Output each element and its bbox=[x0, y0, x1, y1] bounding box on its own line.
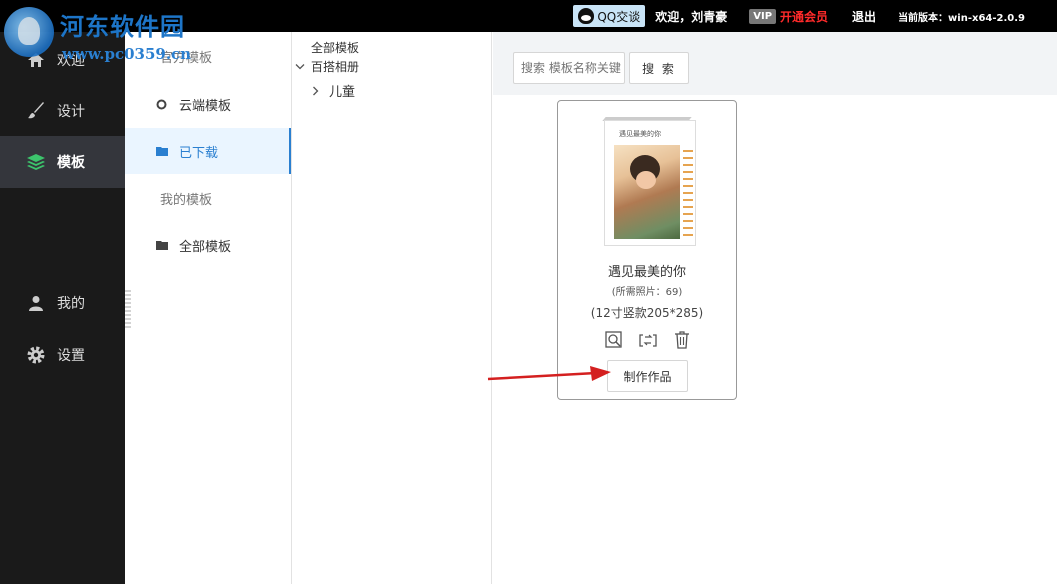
search-button[interactable]: 搜 索 bbox=[629, 52, 689, 84]
chevron-down-icon[interactable] bbox=[295, 63, 308, 71]
logout-link[interactable]: 退出 bbox=[852, 8, 876, 25]
folder-icon bbox=[156, 240, 168, 250]
resize-grip[interactable] bbox=[125, 290, 131, 330]
template-size: (12寸竖款205*285) bbox=[590, 306, 704, 320]
qq-penguin-icon bbox=[578, 8, 595, 24]
trash-icon[interactable] bbox=[672, 330, 692, 350]
nav-item-mine[interactable]: 我的 bbox=[0, 277, 125, 329]
version-text: 当前版本：win-x64-2.0.9 bbox=[898, 12, 1025, 24]
gear-icon bbox=[25, 344, 47, 366]
tree-root-label: 全部模板 bbox=[311, 41, 360, 55]
top-right-group: QQ交谈 欢迎，刘青豪 VIP 开通会员 退出 当前版本：win-x64-2.0… bbox=[573, 0, 1057, 32]
replace-icon[interactable] bbox=[638, 330, 658, 350]
search-bar: 搜 索 bbox=[493, 32, 1057, 95]
category-my-templates[interactable]: 我的模板 bbox=[125, 175, 291, 221]
thumbnail-title: 遇见最美的你 bbox=[619, 130, 661, 138]
chevron-right-icon[interactable] bbox=[312, 86, 326, 96]
nav-label: 我的 bbox=[57, 296, 85, 312]
open-vip-link[interactable]: 开通会员 bbox=[780, 8, 828, 25]
nav-item-settings[interactable]: 设置 bbox=[0, 329, 125, 381]
category-tree: 全部模板 百搭相册 儿童 bbox=[292, 32, 492, 584]
qq-chat-label: QQ交谈 bbox=[597, 9, 641, 24]
nav-label: 模板 bbox=[57, 155, 85, 171]
category-downloaded[interactable]: 已下载 bbox=[125, 128, 291, 174]
tree-child[interactable]: 儿童 bbox=[312, 81, 355, 100]
template-thumbnail[interactable]: 遇见最美的你 bbox=[602, 117, 697, 247]
make-work-button[interactable]: 制作作品 bbox=[607, 360, 688, 392]
category-label: 全部模板 bbox=[179, 239, 232, 255]
vip-badge: VIP bbox=[749, 8, 777, 24]
template-main: 搜 索 遇见最美的你 遇见最美的你 (所需照片：69) (12寸竖款205*28… bbox=[493, 32, 1057, 584]
book-cover: 遇见最美的你 bbox=[604, 120, 696, 246]
folder-icon bbox=[156, 146, 168, 156]
tree-group-label: 百搭相册 bbox=[311, 60, 360, 74]
layers-icon bbox=[25, 151, 47, 173]
photos-needed: (所需照片：69) bbox=[611, 287, 683, 298]
category-label: 云端模板 bbox=[179, 98, 232, 114]
welcome-text: 欢迎，刘青豪 bbox=[655, 9, 728, 24]
category-all[interactable]: 全部模板 bbox=[125, 222, 291, 268]
user-icon bbox=[25, 292, 47, 314]
tree-child-label: 儿童 bbox=[329, 85, 356, 100]
tree-root[interactable]: 全部模板 bbox=[311, 39, 359, 56]
nav-item-design[interactable]: 设计 bbox=[0, 85, 125, 137]
template-card[interactable]: 遇见最美的你 遇见最美的你 (所需照片：69) (12寸竖款205*285) 制… bbox=[557, 100, 737, 400]
card-actions bbox=[604, 330, 692, 350]
cloud-icon bbox=[156, 99, 168, 110]
watermark-url: www.pc0359.cn bbox=[62, 45, 192, 63]
category-label: 已下载 bbox=[179, 145, 219, 161]
template-title: 遇见最美的你 bbox=[607, 265, 686, 280]
watermark-logo-icon bbox=[4, 7, 54, 57]
nav-item-templates[interactable]: 模板 bbox=[0, 136, 125, 188]
category-cloud[interactable]: 云端模板 bbox=[125, 81, 291, 127]
template-category-panel: 官方模板 云端模板 已下载 我的模板 全部模板 bbox=[125, 32, 292, 584]
annotation-arrow-icon bbox=[487, 366, 611, 381]
preview-icon[interactable] bbox=[604, 330, 624, 350]
tree-group[interactable]: 百搭相册 bbox=[295, 58, 359, 75]
watermark-title: 河东软件园 bbox=[60, 12, 185, 41]
qq-chat-button[interactable]: QQ交谈 bbox=[573, 5, 646, 27]
brush-icon bbox=[25, 100, 47, 122]
search-input[interactable] bbox=[513, 52, 625, 84]
sidebar: 欢迎 设计 模板 我的 设置 bbox=[0, 32, 125, 584]
nav-label: 设置 bbox=[57, 348, 85, 364]
book-side-decoration bbox=[683, 145, 693, 239]
child-photo bbox=[614, 145, 680, 239]
nav-label: 设计 bbox=[57, 104, 85, 120]
category-label: 我的模板 bbox=[160, 192, 213, 208]
